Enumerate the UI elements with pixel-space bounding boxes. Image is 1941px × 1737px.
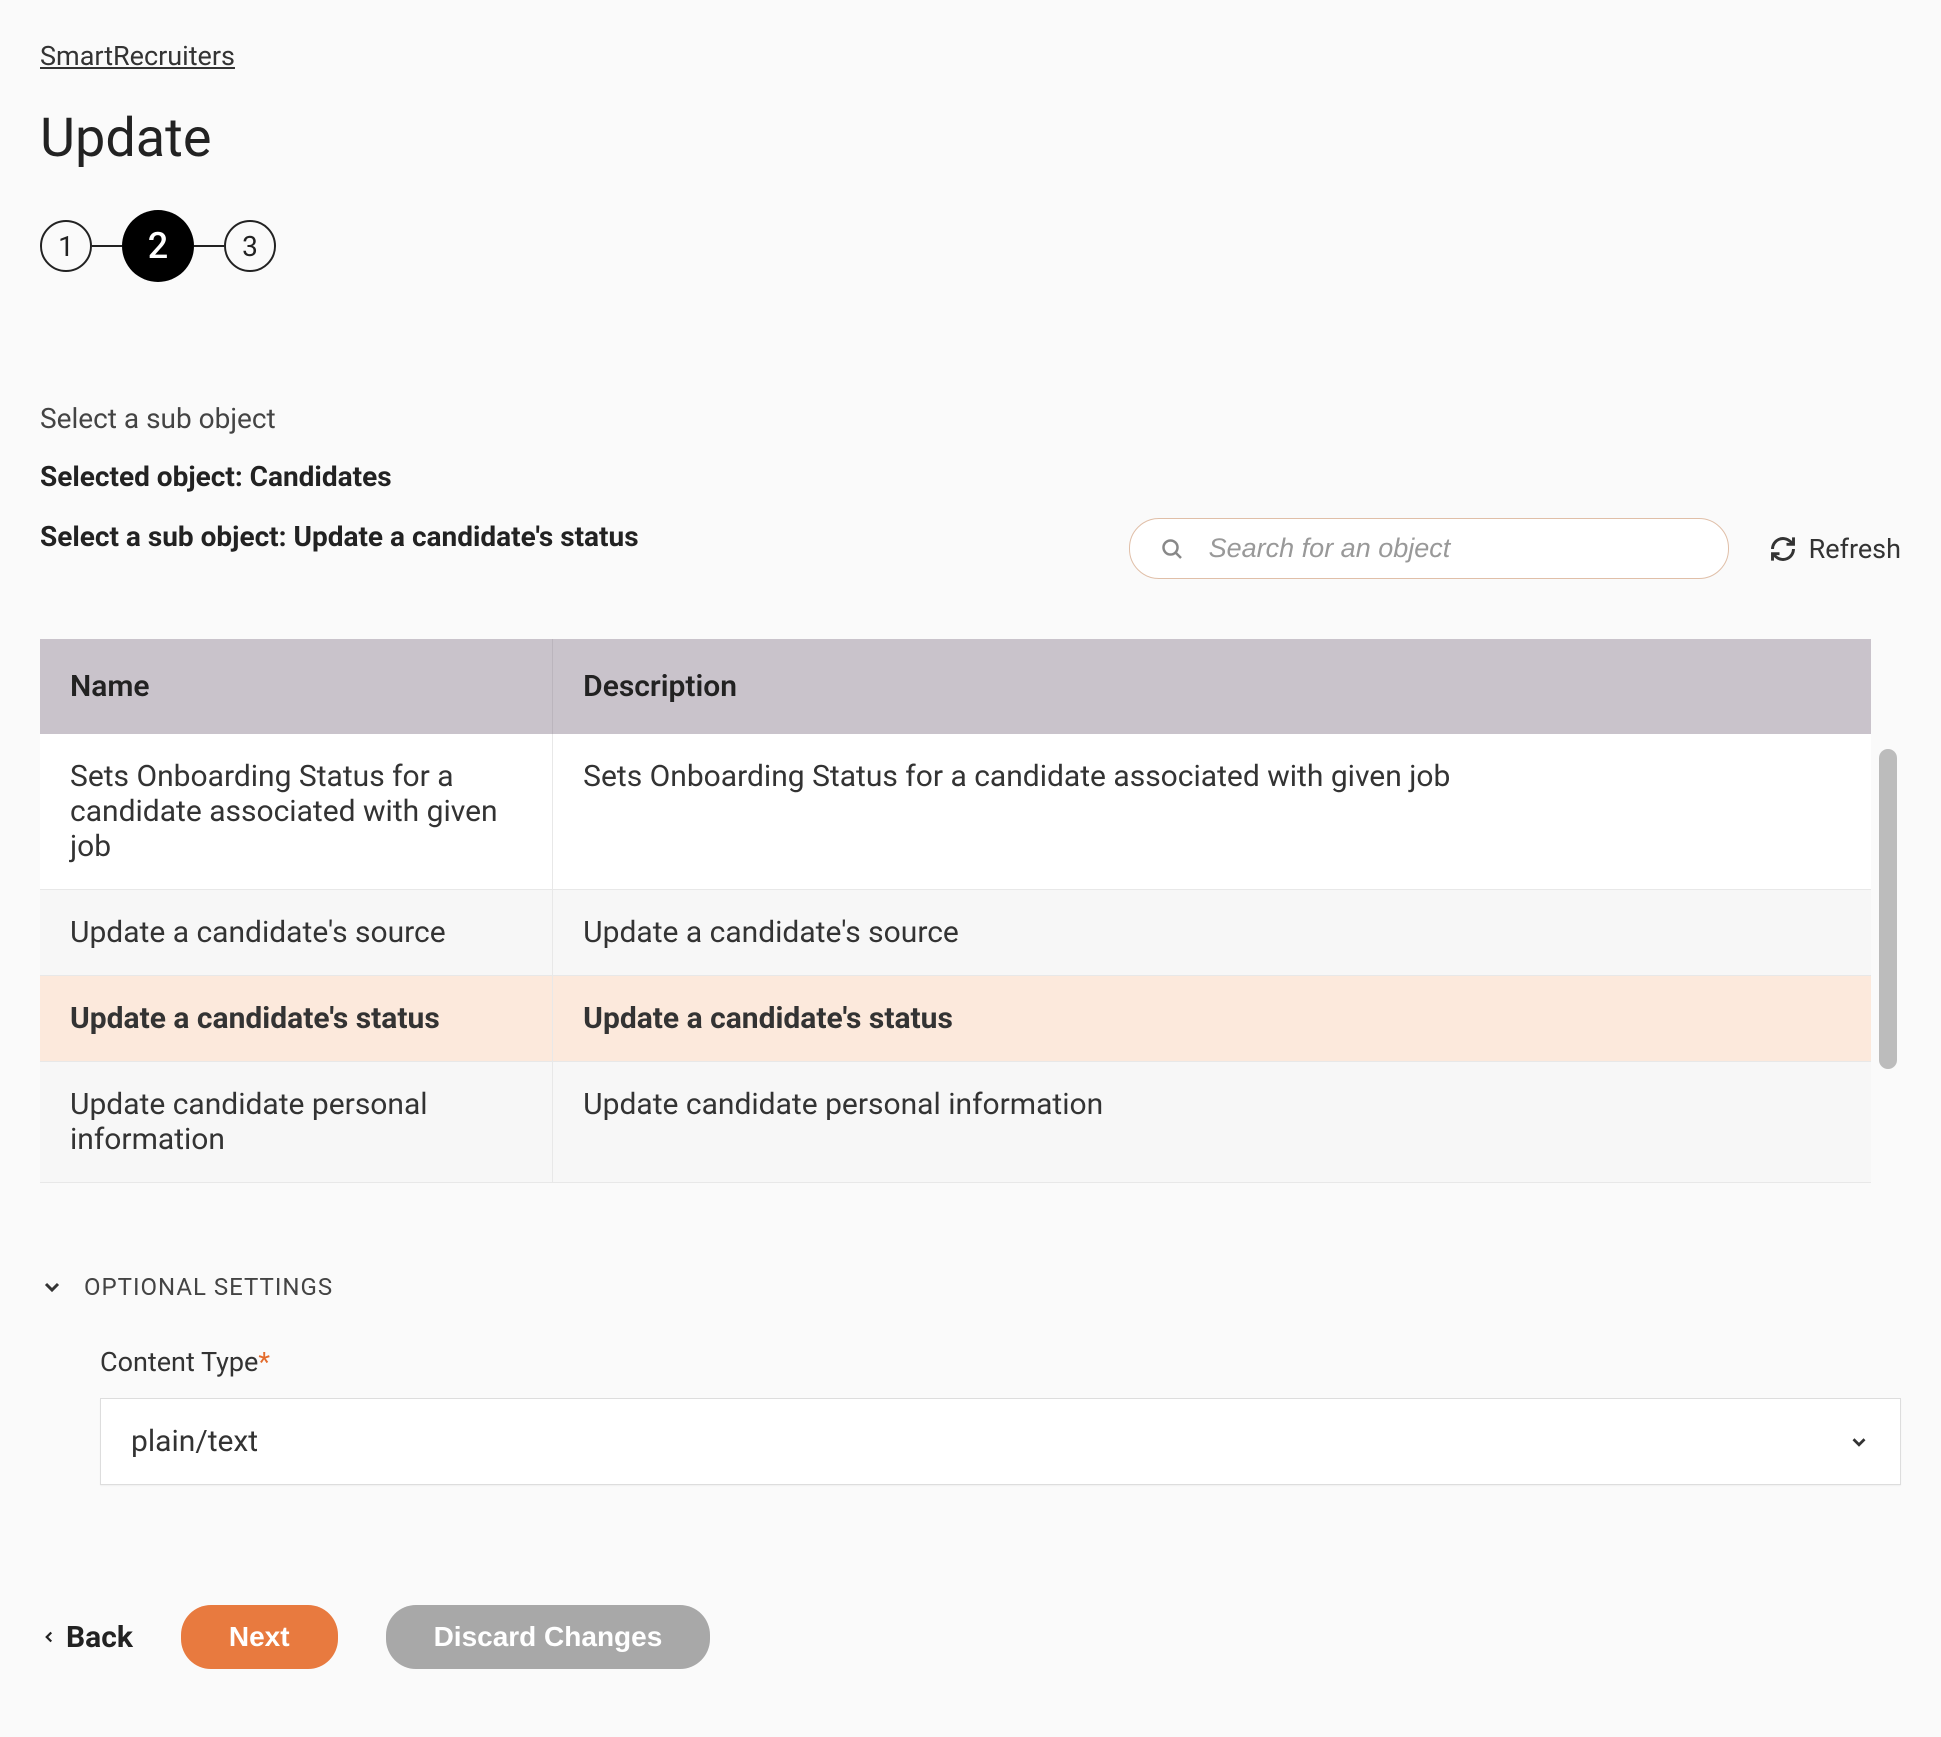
breadcrumb-link[interactable]: SmartRecruiters: [40, 40, 235, 72]
row-name: Sets Onboarding Status for a candidate a…: [40, 734, 553, 890]
step-3[interactable]: 3: [224, 220, 276, 272]
search-box[interactable]: [1129, 518, 1729, 579]
table-container: Name Description Sets Onboarding Status …: [40, 639, 1901, 1183]
table-row[interactable]: Update a candidate's statusUpdate a cand…: [40, 976, 1871, 1062]
row-description: Update candidate personal information: [553, 1062, 1871, 1183]
next-button[interactable]: Next: [181, 1605, 338, 1669]
step-connector: [92, 245, 122, 247]
page-title: Update: [40, 107, 1901, 170]
back-label: Back: [66, 1620, 133, 1655]
refresh-label: Refresh: [1809, 533, 1901, 565]
row-description: Sets Onboarding Status for a candidate a…: [553, 734, 1871, 890]
row-name: Update a candidate's status: [40, 976, 553, 1062]
chevron-left-icon: [40, 1628, 58, 1646]
content-type-label: Content Type*: [100, 1346, 1901, 1378]
scrollbar-track[interactable]: [1879, 749, 1897, 1183]
optional-settings-toggle[interactable]: OPTIONAL SETTINGS: [40, 1273, 1901, 1301]
optional-settings-title: OPTIONAL SETTINGS: [84, 1273, 333, 1301]
step-connector: [194, 245, 224, 247]
selected-object-label: Selected object: Candidates: [40, 460, 1901, 493]
section-subtitle: Select a sub object: [40, 402, 1901, 435]
search-icon: [1160, 537, 1184, 561]
discard-changes-button[interactable]: Discard Changes: [386, 1605, 711, 1669]
search-input[interactable]: [1209, 533, 1698, 564]
chevron-down-icon: [40, 1275, 64, 1299]
table-row[interactable]: Update a candidate's sourceUpdate a cand…: [40, 890, 1871, 976]
table-row[interactable]: Sets Onboarding Status for a candidate a…: [40, 734, 1871, 890]
back-button[interactable]: Back: [40, 1620, 133, 1655]
objects-table: Name Description Sets Onboarding Status …: [40, 639, 1871, 1183]
scrollbar-thumb[interactable]: [1879, 749, 1897, 1069]
table-row[interactable]: Update candidate personal informationUpd…: [40, 1062, 1871, 1183]
refresh-button[interactable]: Refresh: [1769, 533, 1901, 565]
content-type-value: plain/text: [131, 1424, 258, 1459]
row-description: Update a candidate's status: [553, 976, 1871, 1062]
row-name: Update a candidate's source: [40, 890, 553, 976]
column-header-name: Name: [40, 639, 553, 734]
selected-sub-object-label: Select a sub object: Update a candidate'…: [40, 520, 1129, 553]
step-2[interactable]: 2: [122, 210, 194, 282]
refresh-icon: [1769, 535, 1797, 563]
chevron-down-icon: [1848, 1431, 1870, 1453]
row-description: Update a candidate's source: [553, 890, 1871, 976]
step-1[interactable]: 1: [40, 220, 92, 272]
required-indicator: *: [258, 1346, 270, 1378]
row-name: Update candidate personal information: [40, 1062, 553, 1183]
content-type-select[interactable]: plain/text: [100, 1398, 1901, 1485]
column-header-description: Description: [553, 639, 1871, 734]
stepper: 1 2 3: [40, 210, 1901, 282]
